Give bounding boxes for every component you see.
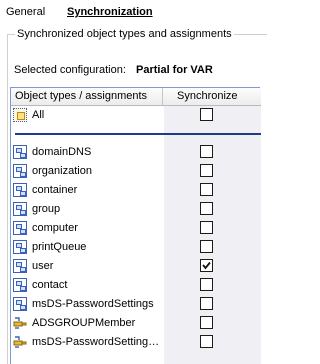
list-item-label: container xyxy=(32,184,78,196)
all-items-icon xyxy=(13,108,27,122)
object-class-icon xyxy=(13,183,27,197)
synchronize-checkbox[interactable] xyxy=(200,145,213,158)
list-item[interactable]: computer xyxy=(11,219,261,238)
synchronize-checkbox[interactable] xyxy=(200,278,213,291)
object-class-icon xyxy=(13,164,27,178)
list-item[interactable]: contact xyxy=(11,276,261,295)
synchronize-checkbox[interactable] xyxy=(200,316,213,329)
list-item[interactable]: printQueue xyxy=(11,238,261,257)
synchronize-checkbox[interactable] xyxy=(200,335,213,348)
object-types-list: Object types / assignments Synchronize A… xyxy=(10,87,261,364)
list-item[interactable]: user xyxy=(11,257,261,276)
synchronize-checkbox[interactable] xyxy=(200,202,213,215)
object-class-icon xyxy=(13,278,27,292)
object-class-icon xyxy=(13,259,27,273)
list-item[interactable]: group xyxy=(11,200,261,219)
list-item-label: group xyxy=(32,203,61,215)
list-item-label: user xyxy=(32,260,54,272)
assignment-icon xyxy=(13,316,27,330)
list-item[interactable]: organization xyxy=(11,162,261,181)
list-item-label: contact xyxy=(32,279,68,291)
group-box-title: Synchronized object types and assignment… xyxy=(15,28,234,40)
object-class-icon xyxy=(13,202,27,216)
list-item-label: computer xyxy=(32,222,78,234)
tab-synchronization[interactable]: Synchronization xyxy=(67,6,153,18)
list-item[interactable]: domainDNS xyxy=(11,143,261,162)
column-header-synchronize[interactable]: Synchronize xyxy=(164,88,261,105)
tab-bar: General Synchronization xyxy=(0,0,253,22)
synchronize-checkbox[interactable] xyxy=(200,221,213,234)
tab-general[interactable]: General xyxy=(6,6,45,18)
list-item[interactable]: container xyxy=(11,181,261,200)
list-item[interactable]: msDS-PasswordSetting… xyxy=(11,333,261,352)
list-item[interactable]: msDS-PasswordSettings xyxy=(11,295,261,314)
list-item-label: domainDNS xyxy=(32,146,92,158)
separator-line xyxy=(15,133,261,135)
list-header: Object types / assignments Synchronize xyxy=(11,88,261,106)
list-item-label: msDS-PasswordSetting… xyxy=(32,336,160,348)
synchronize-checkbox[interactable] xyxy=(200,108,213,121)
list-item-all[interactable]: All xyxy=(11,106,261,125)
list-item-label: ADSGROUPMember xyxy=(32,317,136,329)
synchronize-checkbox[interactable] xyxy=(200,164,213,177)
list-item-label: msDS-PasswordSettings xyxy=(32,298,154,310)
synchronize-checkbox[interactable] xyxy=(200,297,213,310)
list-item-label: organization xyxy=(32,165,92,177)
assignment-icon xyxy=(13,335,27,349)
selected-configuration-label: Selected configuration: xyxy=(14,64,126,76)
check-mark-icon xyxy=(202,261,211,270)
list-item[interactable]: ADSGROUPMember xyxy=(11,314,261,333)
object-class-icon xyxy=(13,240,27,254)
object-class-icon xyxy=(13,297,27,311)
synchronize-checkbox[interactable] xyxy=(200,240,213,253)
column-header-object-types[interactable]: Object types / assignments xyxy=(11,88,163,105)
synchronize-checkbox[interactable] xyxy=(200,183,213,196)
object-class-icon xyxy=(13,221,27,235)
list-item-label: printQueue xyxy=(32,241,87,253)
selected-configuration-value: Partial for VAR xyxy=(136,64,213,76)
list-item-label: All xyxy=(32,109,45,121)
object-class-icon xyxy=(13,145,27,159)
synchronize-checkbox[interactable] xyxy=(200,259,213,272)
